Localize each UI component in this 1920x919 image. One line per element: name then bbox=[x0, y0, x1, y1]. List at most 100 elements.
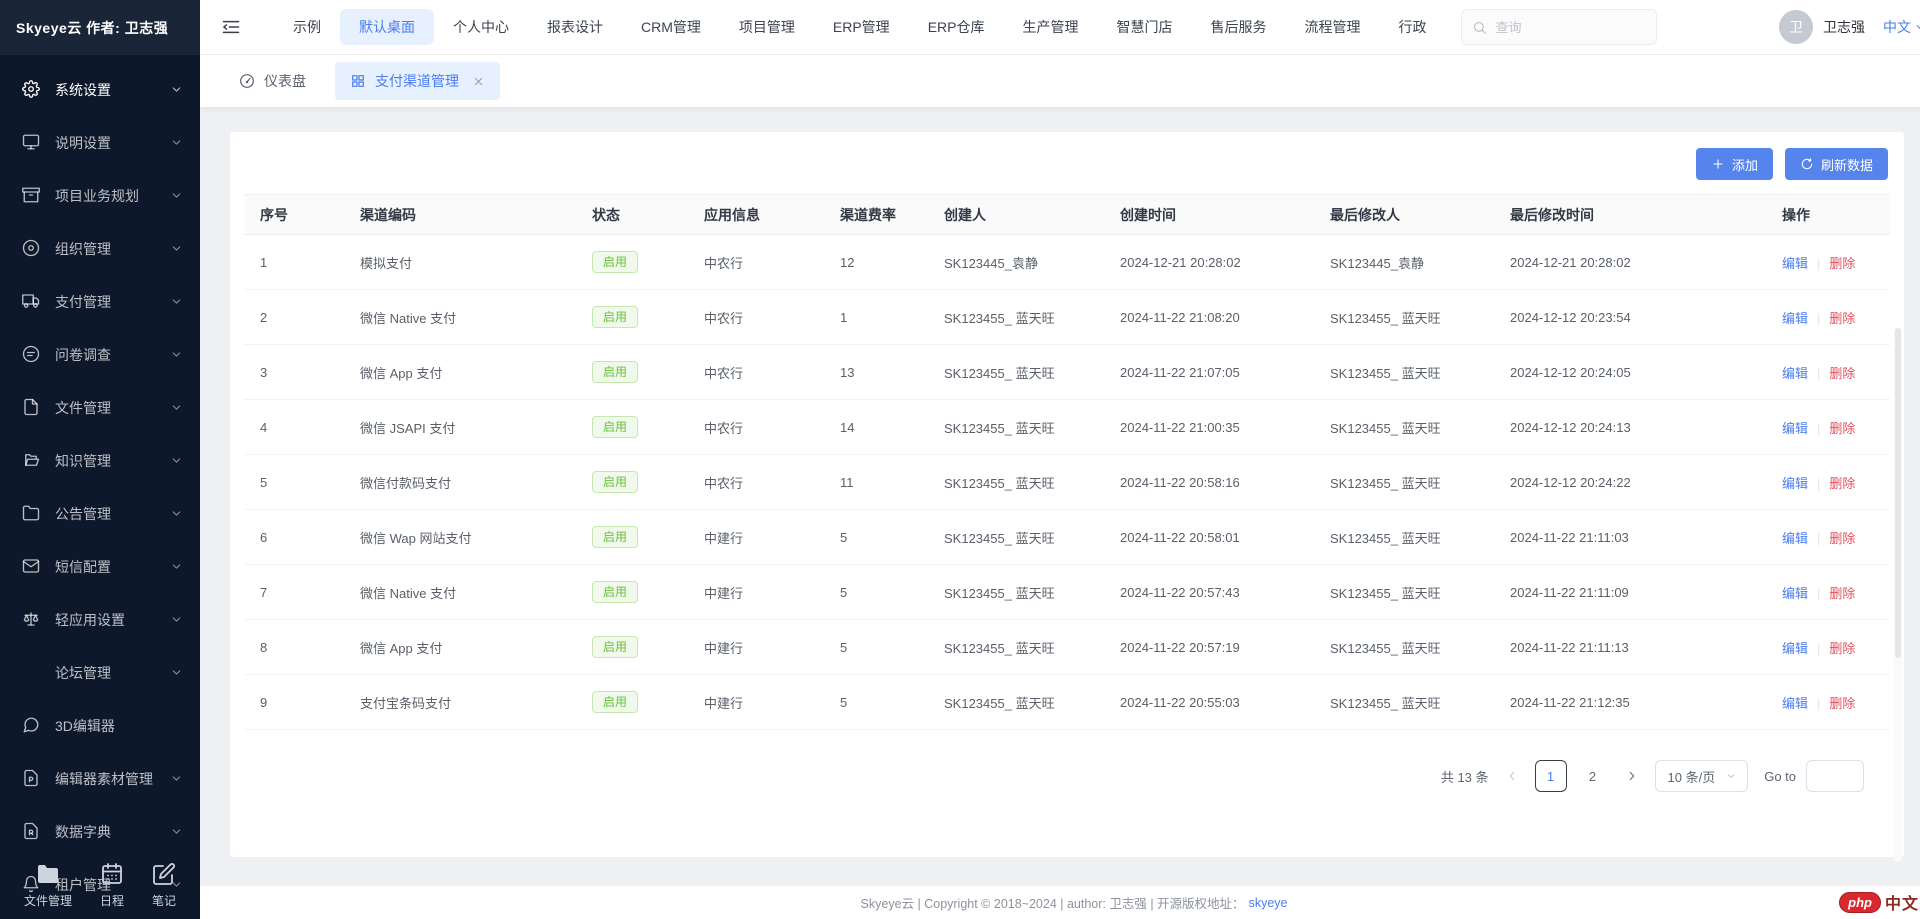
sidebar-item-13[interactable]: 3D编辑器 bbox=[0, 699, 200, 752]
delete-link[interactable]: 删除 bbox=[1829, 696, 1855, 711]
cell-app: 中建行 bbox=[688, 675, 824, 730]
delete-link[interactable]: 删除 bbox=[1829, 311, 1855, 326]
opensource-link[interactable]: skyeye bbox=[1249, 896, 1288, 910]
page-number-2[interactable]: 2 bbox=[1577, 760, 1609, 792]
sidebar-item-12[interactable]: 论坛管理 bbox=[0, 646, 200, 699]
delete-link[interactable]: 删除 bbox=[1829, 586, 1855, 601]
sidebar-tool-3[interactable]: 笔记 bbox=[152, 862, 176, 909]
top-nav-item-11[interactable]: 售后服务 bbox=[1191, 9, 1285, 45]
delete-link[interactable]: 删除 bbox=[1829, 256, 1855, 271]
sidebar-item-2[interactable]: 说明设置 bbox=[0, 116, 200, 169]
pagination-prev-icon[interactable] bbox=[1505, 769, 1519, 783]
top-nav-item-12[interactable]: 流程管理 bbox=[1285, 9, 1379, 45]
top-nav-item-4[interactable]: 报表设计 bbox=[528, 9, 622, 45]
sidebar-footer-tools: 文件管理日程笔记 bbox=[0, 862, 200, 909]
delete-link[interactable]: 删除 bbox=[1829, 641, 1855, 656]
edit-link[interactable]: 编辑 bbox=[1782, 256, 1808, 271]
sidebar-item-7[interactable]: 文件管理 bbox=[0, 381, 200, 434]
cell-creator: SK123455_ 蓝天旺 bbox=[928, 565, 1104, 620]
page-number-1[interactable]: 1 bbox=[1535, 760, 1567, 792]
sidebar-tool-2[interactable]: 日程 bbox=[100, 862, 124, 909]
chevron-down-icon bbox=[1914, 21, 1920, 33]
sidebar-item-14[interactable]: 编辑器素材管理 bbox=[0, 752, 200, 805]
top-navbar: 示例默认桌面个人中心报表设计CRM管理项目管理ERP管理ERP仓库生产管理智慧门… bbox=[200, 0, 1920, 55]
delete-link[interactable]: 删除 bbox=[1829, 476, 1855, 491]
sidebar-item-11[interactable]: 轻应用设置 bbox=[0, 593, 200, 646]
add-button-label: 添加 bbox=[1732, 155, 1758, 174]
sidebar-item-3[interactable]: 项目业务规划 bbox=[0, 169, 200, 222]
sidebar-item-8[interactable]: 知识管理 bbox=[0, 434, 200, 487]
action-divider: | bbox=[1817, 366, 1820, 381]
sidebar-item-9[interactable]: 公告管理 bbox=[0, 487, 200, 540]
delete-link[interactable]: 删除 bbox=[1829, 421, 1855, 436]
sidebar-item-label: 编辑器素材管理 bbox=[55, 769, 170, 789]
search-box bbox=[1461, 9, 1657, 45]
cell-app: 中农行 bbox=[688, 455, 824, 510]
goto-label: Go to bbox=[1764, 769, 1796, 784]
page-size-select[interactable]: 10 条/页 bbox=[1655, 760, 1749, 792]
pagination-next-icon[interactable] bbox=[1625, 769, 1639, 783]
menu-fold-icon[interactable] bbox=[214, 10, 248, 44]
delete-link[interactable]: 删除 bbox=[1829, 531, 1855, 546]
chevron-down-icon bbox=[170, 348, 184, 362]
top-nav-item-6[interactable]: 项目管理 bbox=[720, 9, 814, 45]
column-header-7: 创建时间 bbox=[1104, 195, 1314, 235]
language-switcher[interactable]: 中文 bbox=[1883, 17, 1920, 37]
close-icon[interactable] bbox=[472, 75, 485, 88]
chevron-down-icon bbox=[1725, 770, 1737, 782]
top-nav-item-8[interactable]: ERP仓库 bbox=[909, 9, 1004, 45]
delete-link[interactable]: 删除 bbox=[1829, 366, 1855, 381]
payment-channel-card: 添加 刷新数据 序号渠道编码状态应用信息渠道费率创建人创建时间最后修改人最后修改… bbox=[230, 132, 1904, 857]
top-nav-item-13[interactable]: 行政 bbox=[1379, 9, 1445, 45]
sidebar-item-1[interactable]: 系统设置 bbox=[0, 63, 200, 116]
add-button[interactable]: 添加 bbox=[1696, 148, 1773, 180]
cell-created-time: 2024-12-21 20:28:02 bbox=[1104, 235, 1314, 290]
sidebar-tool-1[interactable]: 文件管理 bbox=[24, 862, 72, 909]
tab-label: 仪表盘 bbox=[264, 71, 306, 91]
status-badge: 启用 bbox=[592, 251, 638, 273]
edit-link[interactable]: 编辑 bbox=[1782, 531, 1808, 546]
cell-index: 1 bbox=[244, 235, 344, 290]
payment-channel-table: 序号渠道编码状态应用信息渠道费率创建人创建时间最后修改人最后修改时间操作 1模拟… bbox=[244, 194, 1890, 730]
edit-icon bbox=[152, 862, 176, 886]
refresh-icon bbox=[1800, 157, 1814, 171]
cell-modifier: SK123455_ 蓝天旺 bbox=[1314, 345, 1494, 400]
top-nav-item-1[interactable]: 示例 bbox=[274, 9, 340, 45]
tab-1[interactable]: 仪表盘 bbox=[224, 62, 321, 100]
sidebar-item-6[interactable]: 问卷调查 bbox=[0, 328, 200, 381]
cell-app: 中建行 bbox=[688, 620, 824, 675]
edit-link[interactable]: 编辑 bbox=[1782, 366, 1808, 381]
sidebar-item-label: 文件管理 bbox=[55, 398, 170, 418]
sidebar-item-5[interactable]: 支付管理 bbox=[0, 275, 200, 328]
cell-status: 启用 bbox=[576, 455, 688, 510]
sidebar-item-10[interactable]: 短信配置 bbox=[0, 540, 200, 593]
avatar[interactable]: 卫 bbox=[1779, 10, 1813, 44]
cell-code: 模拟支付 bbox=[344, 235, 576, 290]
edit-link[interactable]: 编辑 bbox=[1782, 311, 1808, 326]
sidebar-item-15[interactable]: 数据字典 bbox=[0, 805, 200, 858]
chevron-down-icon bbox=[170, 613, 184, 627]
top-nav-item-3[interactable]: 个人中心 bbox=[434, 9, 528, 45]
edit-link[interactable]: 编辑 bbox=[1782, 476, 1808, 491]
top-nav-item-2[interactable]: 默认桌面 bbox=[340, 9, 434, 45]
edit-link[interactable]: 编辑 bbox=[1782, 641, 1808, 656]
edit-link[interactable]: 编辑 bbox=[1782, 696, 1808, 711]
sidebar-item-4[interactable]: 组织管理 bbox=[0, 222, 200, 275]
edit-link[interactable]: 编辑 bbox=[1782, 586, 1808, 601]
tab-2[interactable]: 支付渠道管理 bbox=[335, 62, 500, 100]
top-nav-item-5[interactable]: CRM管理 bbox=[622, 9, 720, 45]
chevron-down-icon bbox=[170, 136, 184, 150]
cell-index: 8 bbox=[244, 620, 344, 675]
goto-page-input[interactable] bbox=[1806, 760, 1864, 792]
edit-link[interactable]: 编辑 bbox=[1782, 421, 1808, 436]
user-name[interactable]: 卫志强 bbox=[1823, 17, 1865, 37]
search-input[interactable] bbox=[1495, 20, 1635, 35]
top-nav-item-10[interactable]: 智慧门店 bbox=[1097, 9, 1191, 45]
table-scrollbar[interactable] bbox=[1894, 328, 1902, 862]
top-nav-item-9[interactable]: 生产管理 bbox=[1003, 9, 1097, 45]
table-row: 2微信 Native 支付启用中农行1SK123455_ 蓝天旺2024-11-… bbox=[244, 290, 1890, 345]
refresh-button[interactable]: 刷新数据 bbox=[1785, 148, 1888, 180]
sidebar-item-label: 轻应用设置 bbox=[55, 610, 170, 630]
top-nav-items: 示例默认桌面个人中心报表设计CRM管理项目管理ERP管理ERP仓库生产管理智慧门… bbox=[274, 9, 1445, 45]
top-nav-item-7[interactable]: ERP管理 bbox=[814, 9, 909, 45]
